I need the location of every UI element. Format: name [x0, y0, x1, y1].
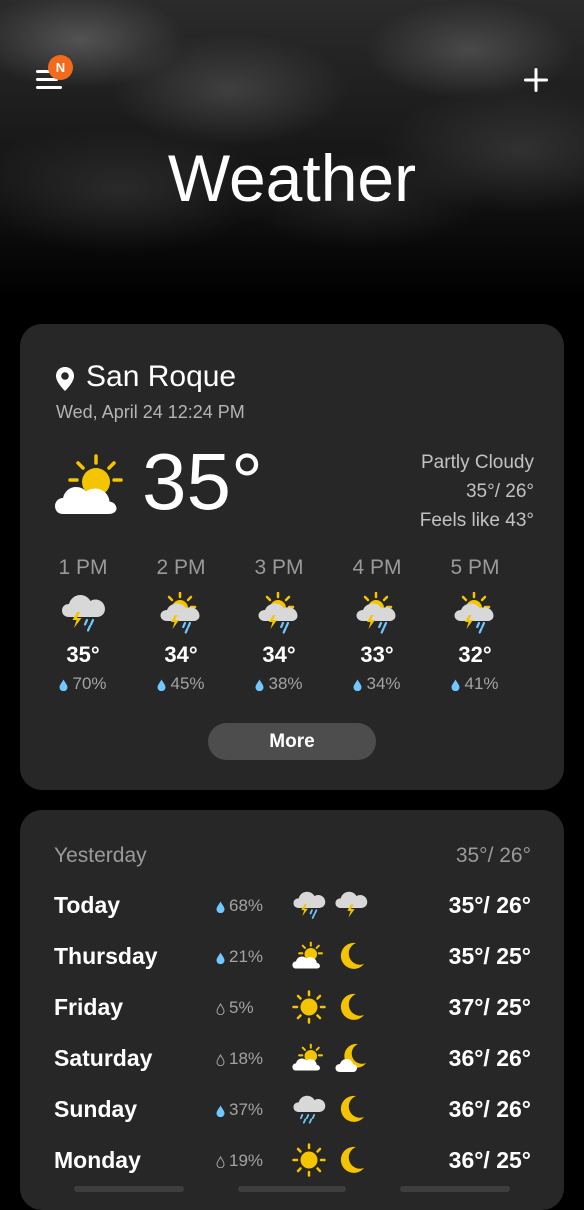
sun-icon	[292, 1143, 326, 1177]
day-precipitation: 5%	[216, 998, 254, 1018]
yesterday-temps: 35°/ 26°	[455, 844, 531, 867]
moon-icon	[340, 1095, 364, 1122]
raindrop-icon	[216, 952, 225, 964]
feels-like: Feels like 43°	[419, 510, 534, 531]
day-name: Sunday	[54, 1096, 138, 1122]
raindrop-outline-icon	[216, 1002, 225, 1015]
partly-cloudy-icon	[292, 941, 323, 969]
hour-precipitation: 38%	[240, 674, 318, 694]
raindrop-icon	[353, 679, 362, 691]
location-pin-icon	[56, 367, 74, 391]
hour-time: 3 PM	[254, 556, 304, 579]
nav-bar-segment	[238, 1186, 346, 1192]
sun-thunderstorm-rain-icon	[160, 591, 200, 634]
day-name: Today	[54, 892, 121, 918]
notification-badge: N	[48, 55, 73, 80]
hour-precipitation: 70%	[44, 674, 122, 694]
day-temps: 36°/ 25°	[448, 1147, 531, 1173]
daily-row[interactable]: Sunday 37% 36°/ 26°	[20, 1090, 564, 1130]
add-location-button[interactable]	[522, 66, 550, 94]
location-name: San Roque	[86, 360, 237, 393]
nav-bar-segment	[400, 1186, 510, 1192]
day-name: Thursday	[54, 943, 158, 969]
current-weather-card[interactable]: San Roque Wed, April 24 12:24 PM 35° Par…	[20, 324, 564, 790]
day-temps: 35°/ 25°	[448, 943, 531, 969]
hourly-item: 3 PM 34° 38%	[240, 556, 318, 694]
sun-thunderstorm-rain-icon	[258, 591, 298, 634]
yesterday-label: Yesterday	[54, 844, 147, 867]
hour-temperature: 35°	[66, 642, 100, 667]
hour-time: 2 PM	[156, 556, 206, 579]
day-name: Monday	[54, 1147, 141, 1173]
partly-cloudy-icon	[292, 1043, 323, 1071]
nav-bar-segment	[74, 1186, 184, 1192]
raindrop-icon	[157, 679, 166, 691]
hour-time: 5 PM	[450, 556, 500, 579]
hour-time: 4 PM	[352, 556, 402, 579]
thunderstorm-rain-icon	[293, 891, 326, 919]
day-temps: 35°/ 26°	[448, 892, 531, 918]
hourly-item: 5 PM 32° 41%	[436, 556, 514, 694]
daily-row[interactable]: Today 68% 35°/ 26°	[20, 886, 564, 926]
condition-text: Partly Cloudy	[421, 452, 534, 473]
hour-temperature: 34°	[262, 642, 296, 667]
day-temps: 36°/ 26°	[448, 1045, 531, 1071]
daily-row[interactable]: Saturday 18% 36°/ 26°	[20, 1039, 564, 1079]
day-precipitation: 19%	[216, 1151, 263, 1171]
day-name: Friday	[54, 994, 124, 1020]
day-precipitation: 68%	[216, 896, 263, 916]
hourly-item: 1 PM 35° 70%	[44, 556, 122, 694]
thunderstorm-icon	[335, 891, 368, 918]
daily-row[interactable]: Monday 19% 36°/ 25°	[20, 1141, 564, 1181]
raindrop-icon	[451, 679, 460, 691]
day-precipitation: 21%	[216, 947, 263, 967]
hour-precipitation: 34%	[338, 674, 416, 694]
hour-temperature: 34°	[164, 642, 198, 667]
daily-row[interactable]: Thursday 21% 35°/ 25°	[20, 937, 564, 977]
hour-temperature: 33°	[360, 642, 394, 667]
hourly-item: 4 PM 33° 34%	[338, 556, 416, 694]
moon-icon	[340, 942, 364, 969]
current-temperature: 35°	[142, 437, 263, 526]
raindrop-icon	[255, 679, 264, 691]
moon-icon	[340, 993, 364, 1020]
day-precipitation: 37%	[216, 1100, 263, 1120]
hour-time: 1 PM	[58, 556, 108, 579]
daily-forecast-card[interactable]: Yesterday 35°/ 26° Today 68% 35°/ 26° Th…	[20, 810, 564, 1210]
sun-thunderstorm-rain-icon	[356, 591, 396, 634]
sun-thunderstorm-rain-icon	[454, 591, 494, 634]
hour-precipitation: 45%	[142, 674, 220, 694]
high-low-temps: 35°/ 26°	[465, 481, 534, 502]
moon-icon	[340, 1146, 364, 1173]
day-name: Saturday	[54, 1045, 153, 1071]
raindrop-icon	[216, 901, 225, 913]
partly-cloudy-icon	[55, 454, 123, 514]
plus-icon	[524, 68, 548, 92]
sun-icon	[292, 990, 326, 1024]
day-precipitation: 18%	[216, 1049, 263, 1069]
raindrop-icon	[59, 679, 68, 691]
condition-summary: Partly Cloudy 35°/ 26° Feels like 43°	[420, 448, 534, 535]
hour-temperature: 32°	[458, 642, 492, 667]
raindrop-outline-icon	[216, 1053, 225, 1066]
hour-precipitation: 41%	[436, 674, 514, 694]
raindrop-icon	[216, 1105, 225, 1117]
more-button[interactable]: More	[208, 723, 376, 760]
date-time: Wed, April 24 12:24 PM	[56, 402, 245, 422]
moon-cloud-icon	[335, 1043, 366, 1072]
day-temps: 37°/ 25°	[448, 994, 531, 1020]
thunderstorm-rain-icon	[62, 595, 105, 632]
cloud-rain-icon	[293, 1095, 326, 1124]
daily-row[interactable]: Friday 5% 37°/ 25°	[20, 988, 564, 1028]
app-title: Weather	[167, 141, 417, 215]
raindrop-outline-icon	[216, 1155, 225, 1168]
hourly-item: 2 PM 34° 45%	[142, 556, 220, 694]
day-temps: 36°/ 26°	[448, 1096, 531, 1122]
